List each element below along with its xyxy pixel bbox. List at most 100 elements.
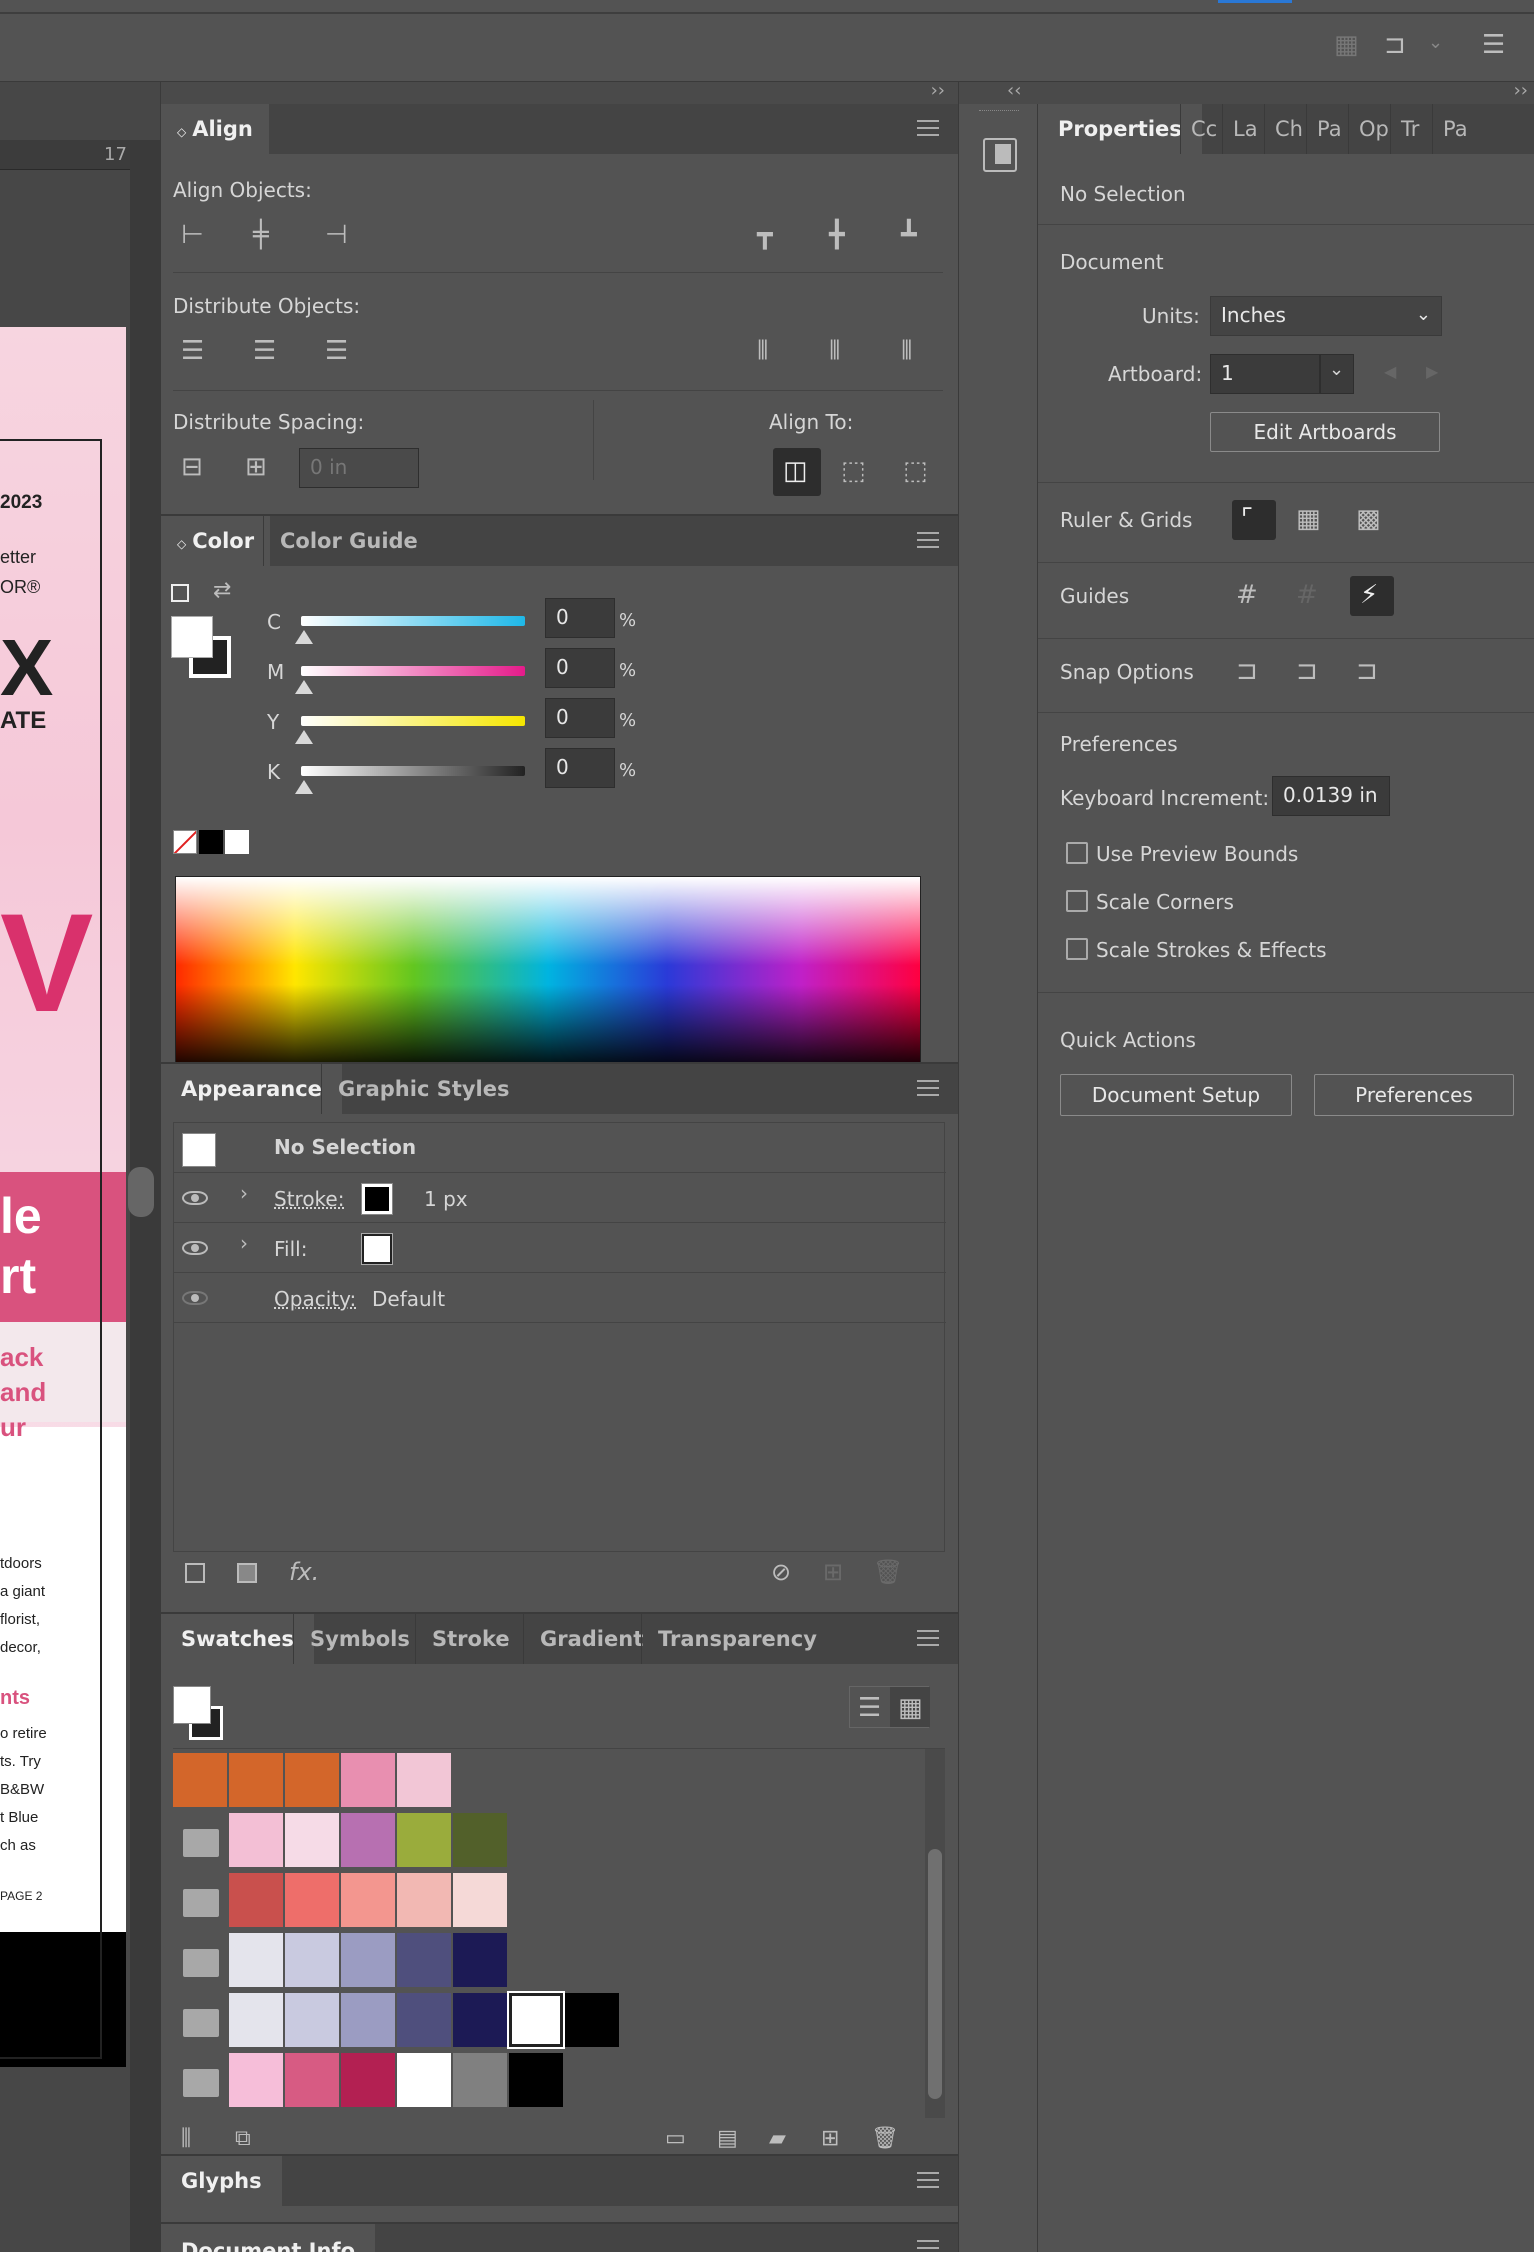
swap-fill-stroke-icon[interactable]: ⇄ <box>213 580 231 602</box>
document-canvas[interactable]: 17 2023 etter OR® X ATE V le rt ack and … <box>0 82 160 2252</box>
tab-cc[interactable]: Cc <box>1180 104 1227 154</box>
none-swatch[interactable] <box>173 830 197 854</box>
swatch[interactable] <box>565 1993 619 2047</box>
channel-input[interactable]: 0 <box>545 748 615 788</box>
swatch[interactable] <box>397 1753 451 1807</box>
tab-properties[interactable]: Properties <box>1038 104 1202 154</box>
arrange-icon[interactable]: ▦ <box>1334 30 1359 60</box>
channel-slider[interactable] <box>301 666 525 676</box>
edit-artboards-button[interactable]: Edit Artboards <box>1210 412 1440 452</box>
opacity-label[interactable]: Opacity: <box>274 1287 356 1311</box>
scrollbar-thumb[interactable] <box>928 1849 942 2099</box>
scale-corners-label[interactable]: Scale Corners <box>1096 890 1234 914</box>
use-preview-bounds-checkbox[interactable] <box>1066 842 1088 864</box>
tab-stroke[interactable]: Stroke <box>415 1614 526 1664</box>
channel-input[interactable]: 0 <box>545 698 615 738</box>
vertical-spacing-icon[interactable]: ⊟ <box>181 454 203 480</box>
swatch[interactable] <box>341 1813 395 1867</box>
swatch-selected[interactable] <box>507 1991 565 2049</box>
swatch[interactable] <box>397 1813 451 1867</box>
swatch[interactable] <box>341 1873 395 1927</box>
transparency-grid-icon[interactable]: ▩ <box>1356 506 1381 532</box>
distribute-right-icon[interactable]: ⦀ <box>901 338 912 364</box>
tab-color-guide[interactable]: Color Guide <box>263 516 434 566</box>
swatch[interactable] <box>285 1993 339 2047</box>
panel-menu-icon[interactable] <box>917 120 939 136</box>
list-icon[interactable]: ☰ <box>1482 30 1505 60</box>
swatch[interactable] <box>229 1873 283 1927</box>
spacing-input[interactable]: 0 in <box>299 448 419 488</box>
channel-input[interactable]: 0 <box>545 598 615 638</box>
distribute-top-icon[interactable]: ☰ <box>181 338 204 364</box>
swatch[interactable] <box>229 1813 283 1867</box>
artboard-input[interactable]: 1 <box>1210 354 1320 394</box>
panel-menu-icon[interactable] <box>917 1630 939 1646</box>
folder-icon[interactable] <box>183 1829 219 1857</box>
collapse-icon[interactable]: ›› <box>1514 80 1528 101</box>
color-spectrum[interactable] <box>175 876 921 1074</box>
fx-icon[interactable]: fx. <box>289 1560 319 1584</box>
tab-transform[interactable]: Tr <box>1390 104 1429 154</box>
tab-paragraph[interactable]: Pa <box>1306 104 1352 154</box>
distribute-bottom-icon[interactable]: ☰ <box>325 338 348 364</box>
swatch[interactable] <box>285 1873 339 1927</box>
scale-strokes-label[interactable]: Scale Strokes & Effects <box>1096 938 1327 962</box>
keyboard-increment-input[interactable]: 0.0139 in <box>1272 776 1390 816</box>
tab-swatches[interactable]: Swatches <box>161 1614 314 1664</box>
channel-slider[interactable] <box>301 616 525 626</box>
black-swatch[interactable] <box>199 830 223 854</box>
tab-transparency[interactable]: Transparency <box>641 1614 833 1664</box>
folder-icon[interactable] <box>183 1889 219 1917</box>
distribute-left-icon[interactable]: ⦀ <box>757 338 768 364</box>
fill-label[interactable]: Fill: <box>274 1237 307 1261</box>
tab-graphic-styles[interactable]: Graphic Styles <box>321 1064 526 1114</box>
tab-appearance[interactable]: Appearance <box>161 1064 342 1114</box>
swatch[interactable] <box>285 1813 339 1867</box>
document-setup-button[interactable]: Document Setup <box>1060 1074 1292 1116</box>
align-hcenter-icon[interactable]: ╪ <box>253 222 269 248</box>
swatch[interactable] <box>453 1933 507 1987</box>
default-fill-stroke-icon[interactable] <box>171 584 189 602</box>
swatch-scrollbar[interactable] <box>925 1749 945 2118</box>
swatch[interactable] <box>397 2053 451 2107</box>
align-to-artboard-icon[interactable]: ⬚ <box>903 458 928 484</box>
channel-input[interactable]: 0 <box>545 648 615 688</box>
swatch[interactable] <box>453 2053 507 2107</box>
align-left-icon[interactable]: ⊢ <box>181 222 204 248</box>
scale-strokes-checkbox[interactable] <box>1066 938 1088 960</box>
align-to-selection-button[interactable]: ◫ <box>773 448 821 496</box>
slider-knob[interactable] <box>295 730 313 744</box>
new-swatch-icon[interactable]: ⊞ <box>821 2128 839 2150</box>
swatch[interactable] <box>229 1993 283 2047</box>
tab-align[interactable]: ◇ Align <box>161 104 269 154</box>
folder-icon[interactable] <box>183 2069 219 2097</box>
fill-row[interactable]: › Fill: <box>174 1223 946 1273</box>
folder-icon[interactable] <box>183 2009 219 2037</box>
add-fill-icon[interactable] <box>237 1563 257 1583</box>
swatch[interactable] <box>229 1933 283 1987</box>
align-bottom-icon[interactable]: ┻ <box>901 222 917 248</box>
swatch-options-icon[interactable]: ▤ <box>717 2128 738 2150</box>
swatch[interactable] <box>341 1993 395 2047</box>
stroke-label[interactable]: Stroke: <box>274 1187 344 1211</box>
fill-color-swatch[interactable] <box>361 1233 393 1265</box>
swatch[interactable] <box>341 2053 395 2107</box>
show-guides-icon[interactable]: # <box>1236 582 1258 608</box>
place-swatches-icon[interactable]: ⧉ <box>235 2128 251 2150</box>
slider-knob[interactable] <box>295 780 313 794</box>
smart-guides-button[interactable]: ⚡ <box>1350 576 1394 616</box>
stroke-row[interactable]: › Stroke: 1 px <box>174 1173 946 1223</box>
snap-icon[interactable]: ⊐ <box>1384 30 1406 60</box>
panel-menu-icon[interactable] <box>917 2172 939 2188</box>
add-stroke-icon[interactable] <box>185 1563 205 1583</box>
list-view-icon[interactable]: ☰ <box>858 1695 881 1721</box>
opacity-row[interactable]: Opacity: Default <box>174 1273 946 1323</box>
units-dropdown[interactable]: Inches ⌄ <box>1210 296 1442 336</box>
clear-appearance-icon[interactable]: ⊘ <box>771 1560 791 1584</box>
panel-menu-icon[interactable] <box>917 2240 939 2252</box>
channel-slider[interactable] <box>301 766 525 776</box>
swatch[interactable] <box>173 1753 227 1807</box>
use-preview-bounds-label[interactable]: Use Preview Bounds <box>1096 842 1298 866</box>
swatch[interactable] <box>453 1813 507 1867</box>
horizontal-spacing-icon[interactable]: ⊞ <box>245 454 267 480</box>
